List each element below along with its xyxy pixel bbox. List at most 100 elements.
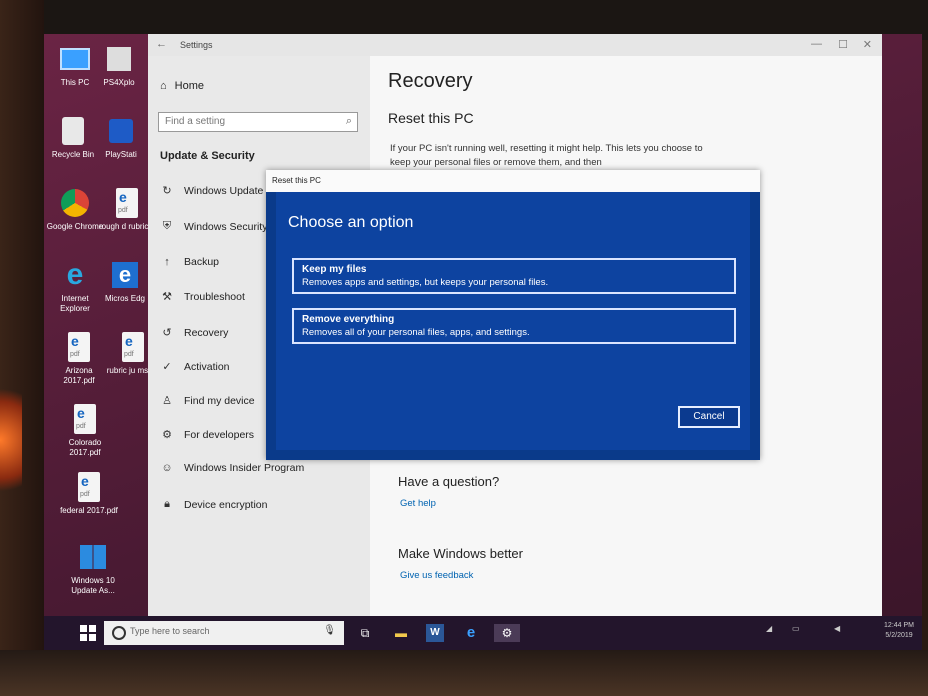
developer-icon: ⚙ [162,429,172,441]
word-icon[interactable]: W [426,624,444,642]
pdf-file-icon: e pdf [112,186,142,220]
backup-icon: ↑ [164,256,170,268]
this-pc-icon [60,42,90,76]
dialog-body: Choose an option Keep my files Removes a… [276,192,750,450]
sidebar-item-recovery[interactable]: ↺ Recovery [160,326,229,340]
desktop-icon-federal[interactable]: e pdf federal 2017.pdf [60,470,118,516]
sidebar-item-activation[interactable]: ✓ Activation [160,360,230,374]
microphone-icon[interactable]: 🎙︎ [323,625,336,636]
pdf-file-icon: e pdf [64,330,94,364]
sidebar-home[interactable]: ⌂ Home [160,80,204,92]
ie-icon: e [66,258,84,291]
network-icon[interactable]: ◢ [766,624,772,633]
pdf-file-icon: e pdf [70,402,100,436]
person-icon: ♙ [162,395,172,407]
give-feedback-link[interactable]: Give us feedback [400,570,473,581]
sidebar-item-label: Windows Insider Program [184,462,305,474]
page-title: Recovery [388,70,473,92]
section-heading: Update & Security [160,150,255,162]
desktop-icon-label: federal 2017.pdf [60,506,118,515]
taskbar-search-placeholder: Type here to search [130,626,210,636]
insider-icon: ☺ [161,462,173,474]
remove-everything-option[interactable]: Remove everything Removes all of your pe… [292,308,736,344]
taskbar-clock[interactable]: 12:44 PM 5/2/2019 [884,621,914,641]
orange-glow [0,380,22,500]
recycle-bin-icon [58,114,88,148]
desktop-icon-label: Arizona 2017.pdf [63,366,95,385]
sidebar-item-device-encryption[interactable]: 🔒︎ Device encryption [160,498,267,511]
taskbar: Type here to search 🎙︎ ⧉ ▬ W e ⚙ ◢ ▭ ◀ 1… [44,616,922,650]
desktop-icon-chrome[interactable]: Google Chrome [46,186,104,232]
pdf-file-icon: e pdf [118,330,148,364]
clock-time: 12:44 PM [884,622,914,629]
sidebar-item-windows-update[interactable]: ↻ Windows Update [160,184,264,198]
desktop-icon-label: Google Chrome [46,222,104,231]
chrome-icon [60,186,90,220]
question-heading: Have a question? [398,474,500,489]
window-title: Settings [180,40,213,50]
sidebar-item-label: Troubleshoot [184,290,245,303]
desktop-icon-edge[interactable]: e Micros Edg [96,258,154,304]
start-button[interactable] [80,625,96,641]
task-view-icon[interactable]: ⧉ [356,624,374,642]
cancel-button[interactable]: Cancel [678,406,740,428]
desktop-icon-colorado[interactable]: e pdf Colorado 2017.pdf [56,402,114,458]
back-arrow-icon[interactable]: ← [156,38,167,50]
lock-icon: 🔒︎ [164,498,170,510]
photo-bezel-bottom [0,650,928,696]
desktop-icon-label: Colorado 2017.pdf [68,438,102,457]
settings-taskbar-icon[interactable]: ⚙ [494,624,520,642]
dialog-title: Reset this PC [272,176,321,185]
photo-bezel-left [0,0,44,696]
settings-search-input[interactable]: Find a setting ⌕ [158,112,358,132]
home-label: Home [174,80,204,92]
pdf-file-icon: e pdf [74,470,104,504]
sidebar-item-windows-security[interactable]: ⛨ Windows Security [160,220,268,233]
option-subtitle: Removes apps and settings, but keeps you… [302,277,549,288]
sidebar-item-for-developers[interactable]: ⚙ For developers [160,428,255,442]
option-title: Keep my files [302,264,367,275]
desktop-icon-playstation[interactable]: PlayStati [92,114,150,160]
desktop-icon-windows-update[interactable]: Windows 10 Update As... [64,540,122,596]
app-icon [104,42,134,76]
sync-icon: ↻ [162,185,172,197]
sidebar-item-troubleshoot[interactable]: ⚒ Troubleshoot [160,290,245,304]
windows-update-icon [78,540,108,574]
clock-date: 5/2/2019 [885,632,913,639]
battery-icon[interactable]: ▭ [792,624,800,633]
minimize-icon[interactable]: — [811,38,822,50]
reset-heading: Reset this PC [388,110,474,126]
dialog-titlebar: Reset this PC [266,170,760,192]
reset-dialog: Reset this PC Choose an option Keep my f… [266,170,760,460]
volume-icon[interactable]: ◀ [834,624,840,633]
sidebar-item-windows-insider[interactable]: ☺ Windows Insider Program [160,462,304,474]
recovery-icon: ↺ [162,327,172,339]
desktop-icon-arizona[interactable]: e pdf Arizona 2017.pdf [50,330,108,386]
search-icon: ⌕ [345,115,352,127]
shield-icon: ⛨ [162,220,172,232]
desktop-icon-ps4xplo[interactable]: PS4Xplo [90,42,148,88]
sidebar-item-find-my-device[interactable]: ♙ Find my device [160,394,255,408]
maximize-icon[interactable]: ☐ [838,38,848,51]
sidebar-item-label: For developers [184,428,255,441]
file-explorer-icon[interactable]: ▬ [392,624,410,642]
taskbar-search-input[interactable]: Type here to search 🎙︎ [104,621,344,645]
desktop-icon-label: Micros Edg [104,294,145,303]
search-placeholder: Find a setting [165,116,226,127]
home-icon: ⌂ [160,80,167,92]
sidebar-item-label: Device encryption [184,498,268,511]
settings-titlebar: ← Settings — ☐ ✕ [148,34,882,56]
close-icon[interactable]: ✕ [863,38,872,51]
reset-description: If your PC isn't running well, resetting… [390,143,703,168]
keep-my-files-option[interactable]: Keep my files Removes apps and settings,… [292,258,736,294]
sidebar-item-backup[interactable]: ↑ Backup [160,256,219,268]
option-title: Remove everything [302,314,395,325]
make-windows-better-heading: Make Windows better [398,546,523,561]
sidebar-item-label: Windows Update [184,184,264,197]
get-help-link[interactable]: Get help [400,498,436,509]
screen: This PC PS4Xplo Recycle Bin PlayStati Go… [44,34,922,650]
sidebar-item-label: Recovery [184,326,229,339]
sidebar-item-label: Activation [184,360,230,373]
edge-taskbar-icon[interactable]: e [462,624,480,642]
edge-icon: e [110,258,140,292]
